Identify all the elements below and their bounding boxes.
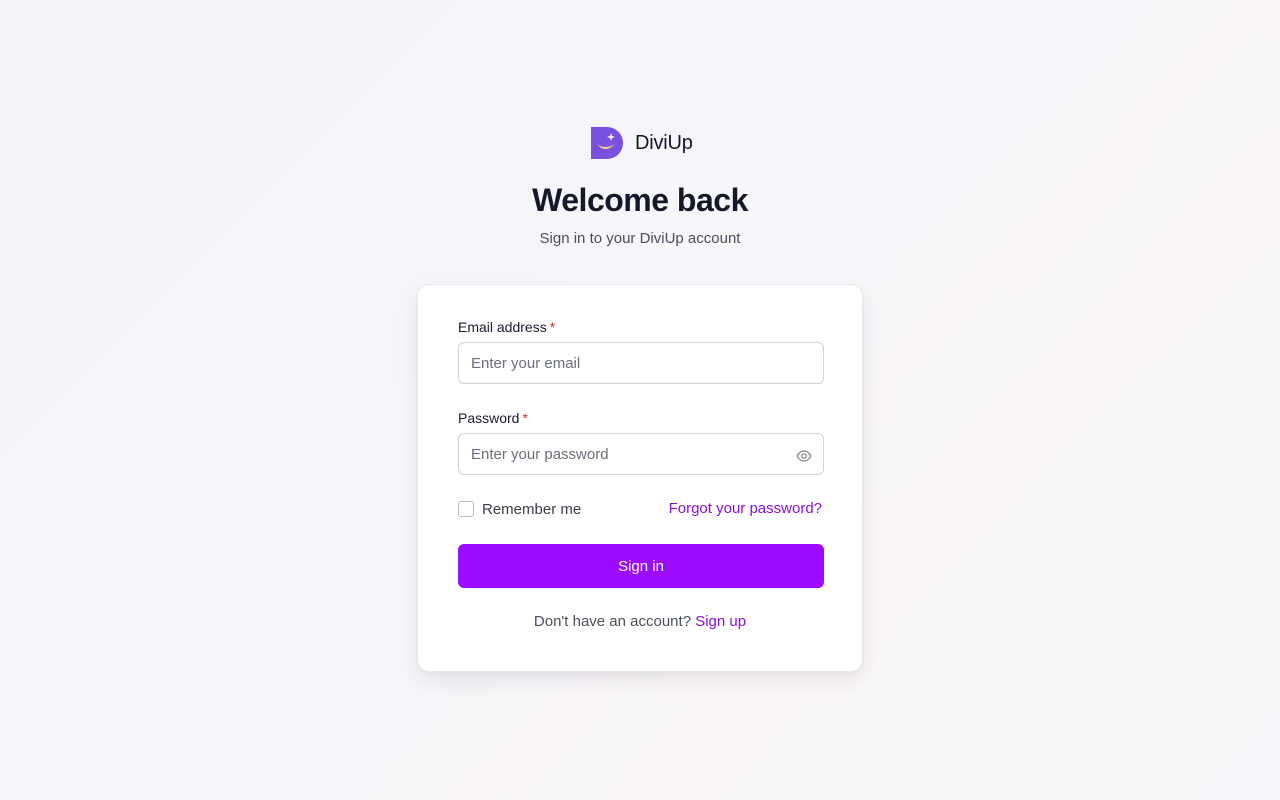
password-required-marker: * <box>522 410 528 426</box>
login-page: DiviUp Welcome back Sign in to your Divi… <box>0 0 1280 800</box>
page-title: Welcome back <box>532 182 748 218</box>
email-required-marker: * <box>549 319 556 335</box>
signup-prompt: Don't have an account? <box>533 613 692 630</box>
remember-me[interactable]: Remember me <box>458 499 581 519</box>
sign-up-link[interactable]: Sign up <box>695 613 746 630</box>
forgot-password-link[interactable]: Forgot your password? <box>669 500 822 517</box>
signup-row: Don't have an account? Sign up <box>418 613 862 630</box>
eye-icon <box>796 450 812 462</box>
remember-me-checkbox[interactable] <box>458 501 474 517</box>
remember-me-label: Remember me <box>482 500 582 518</box>
email-label-text: Email address <box>458 319 547 335</box>
brand-name: DiviUp <box>635 131 693 154</box>
email-field[interactable] <box>458 342 824 384</box>
email-label: Email address * <box>458 319 555 335</box>
toggle-password-visibility-button[interactable] <box>792 444 816 468</box>
password-field[interactable] <box>458 433 824 475</box>
page-subtitle: Sign in to your DiviUp account <box>539 230 741 247</box>
password-label-text: Password <box>458 410 520 426</box>
password-label: Password * <box>458 410 528 426</box>
diviup-logo-icon <box>591 127 623 159</box>
login-card: Email address* Password* Remember me For… <box>417 284 863 672</box>
brand: DiviUp <box>591 127 693 159</box>
sign-in-button[interactable]: Sign in <box>458 544 824 588</box>
